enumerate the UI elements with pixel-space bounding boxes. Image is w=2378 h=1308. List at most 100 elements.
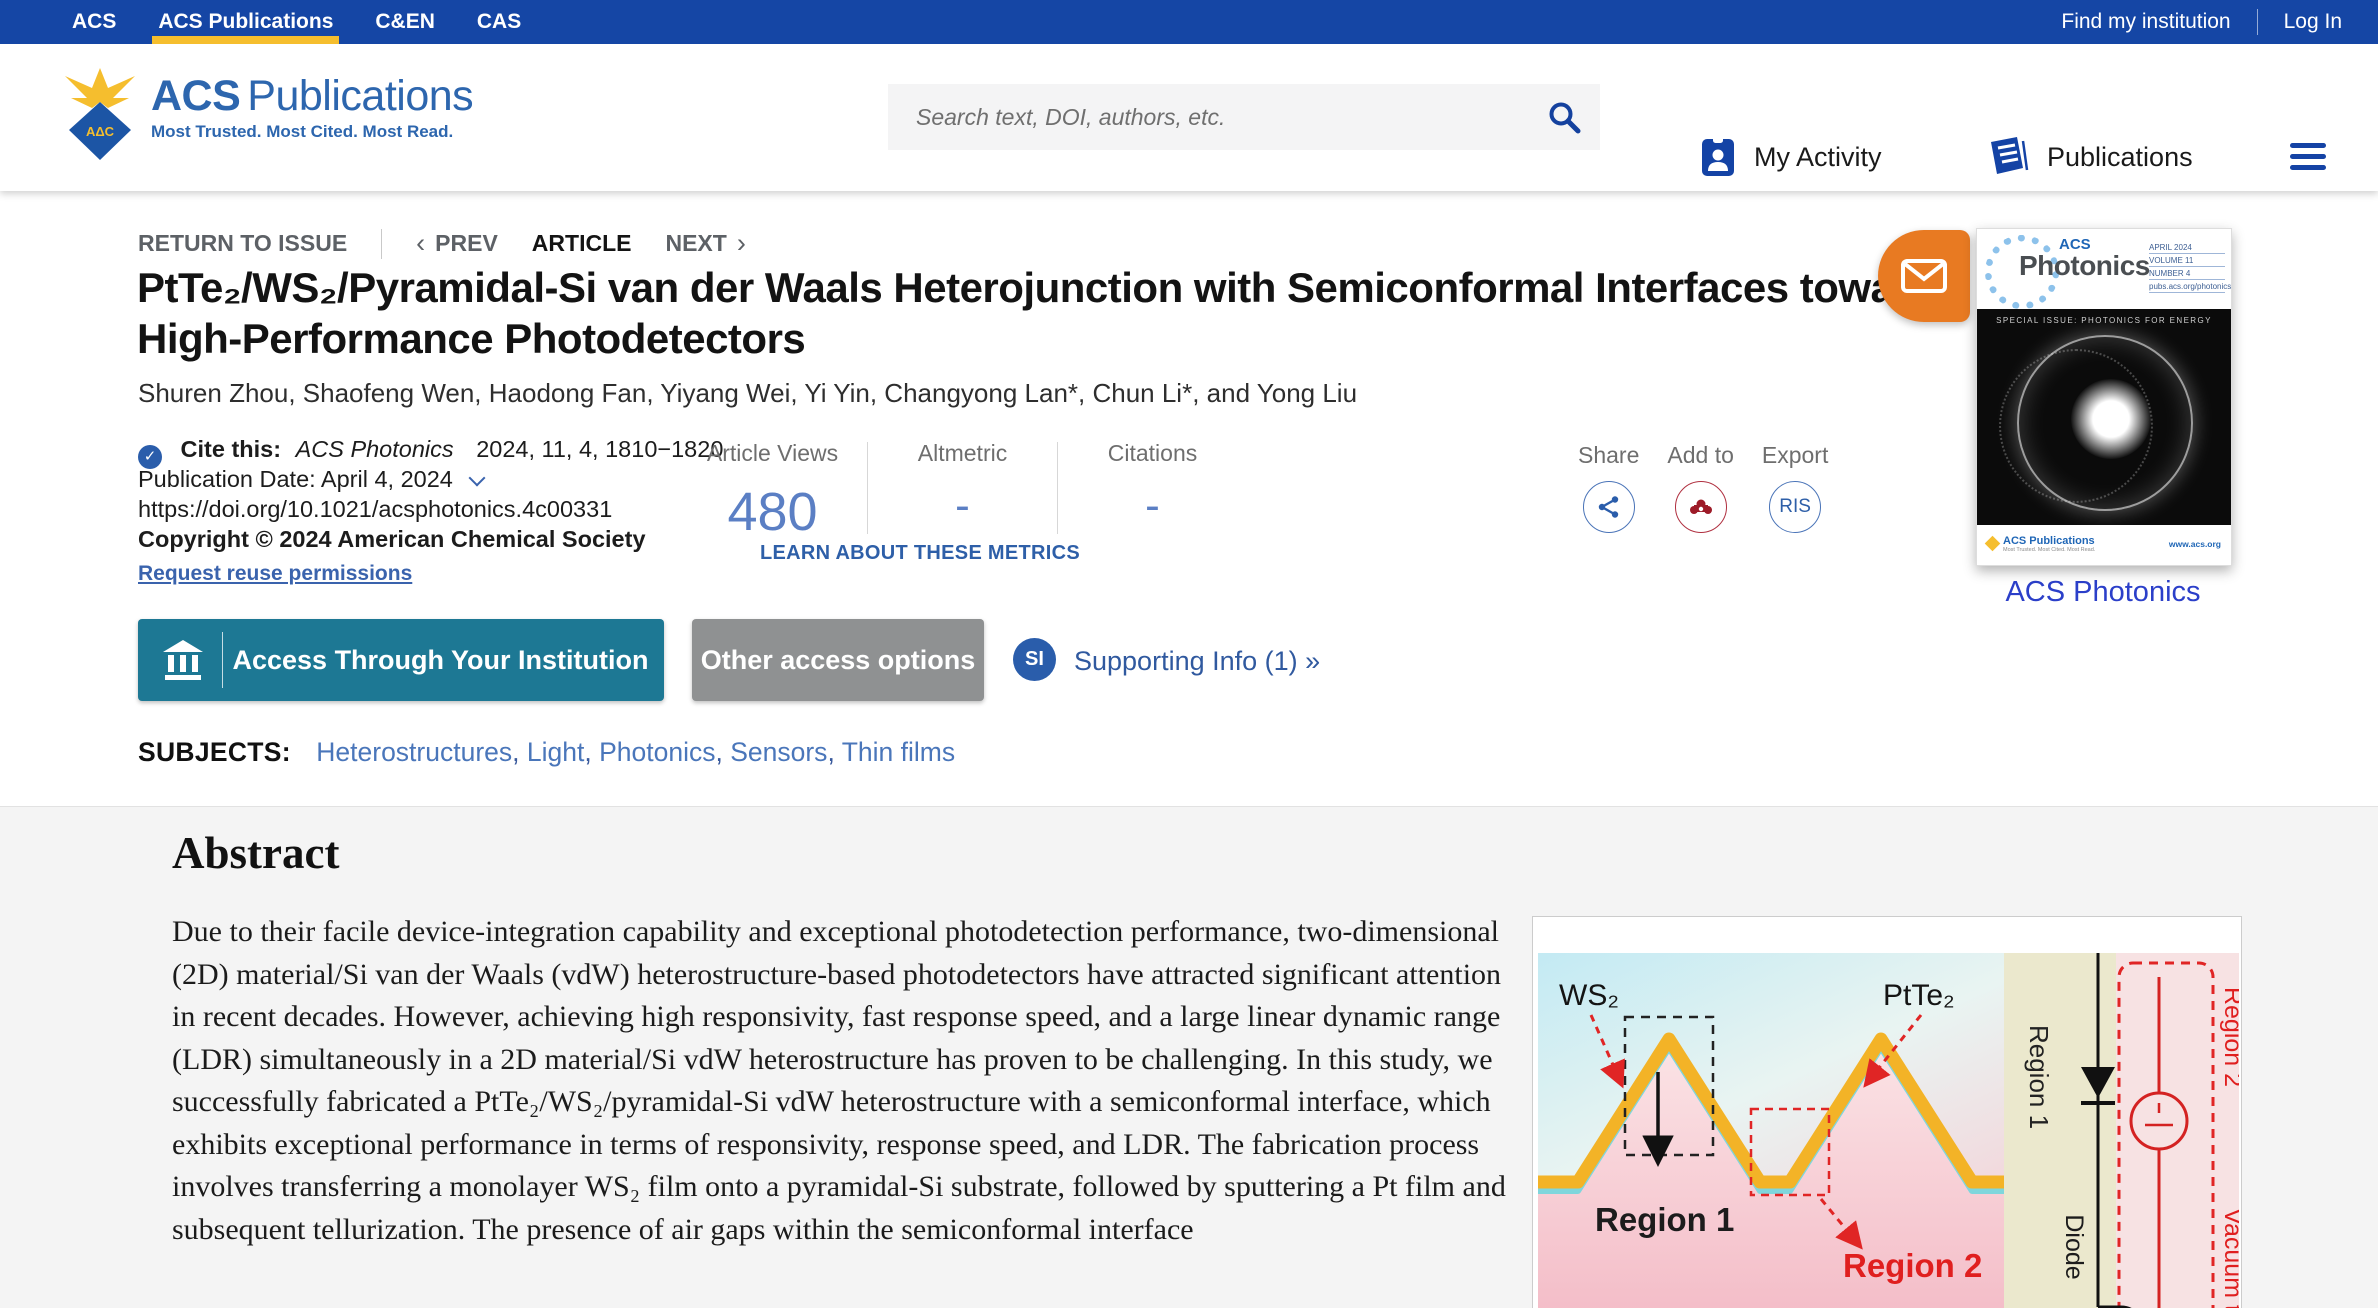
figure-diode-label: Diode: [2060, 1214, 2088, 1279]
publications-link[interactable]: Publications: [1985, 136, 2193, 178]
publications-label: Publications: [2047, 142, 2193, 173]
cover-issue-number: NUMBER 4: [2149, 267, 2225, 280]
logo-text: ACSPublications Most Trusted. Most Cited…: [151, 66, 473, 142]
journal-cover[interactable]: ACS Photonics APRIL 2024 VOLUME 11 NUMBE…: [1976, 228, 2232, 566]
figure-region1-label: Region 1: [1595, 1201, 1734, 1238]
activity-badge-icon: [1700, 136, 1736, 178]
mendeley-button[interactable]: [1675, 481, 1727, 533]
chevron-down-icon: [469, 470, 486, 487]
search-icon: [1547, 100, 1581, 134]
metric-divider: [867, 442, 868, 534]
institution-bank-icon: [160, 637, 206, 683]
publication-date-value: April 4, 2024: [321, 466, 453, 492]
doi-link[interactable]: https://doi.org/10.1021/acsphotonics.4c0…: [138, 496, 612, 522]
export-tool: Export RIS: [1762, 442, 1828, 533]
add-to-label: Add to: [1667, 442, 1734, 469]
access-institution-label: Access Through Your Institution: [223, 645, 658, 676]
access-institution-button[interactable]: Access Through Your Institution: [138, 619, 664, 701]
topnav-cas[interactable]: CAS: [475, 0, 523, 44]
top-nav-right: Find my institution Log In: [2061, 0, 2342, 44]
my-activity-label: My Activity: [1754, 142, 1882, 173]
logo-wordmark: ACSPublications: [151, 72, 473, 120]
article-tab: ARTICLE: [532, 230, 632, 257]
search-input[interactable]: [888, 104, 1528, 131]
email-alert-button[interactable]: [1878, 230, 1970, 322]
topnav-cen[interactable]: C&EN: [373, 0, 437, 44]
cover-glow-graphic: [2071, 379, 2151, 459]
topnav-acs-publications[interactable]: ACS Publications: [156, 0, 335, 44]
chevron-left-icon: ‹: [416, 228, 425, 259]
subject-link-thin-films[interactable]: Thin films: [842, 737, 955, 767]
cover-issue-date: APRIL 2024: [2149, 241, 2225, 254]
export-label: Export: [1762, 442, 1828, 469]
export-ris-button[interactable]: RIS: [1769, 481, 1821, 533]
cover-issue-url: pubs.acs.org/photonics: [2149, 280, 2225, 293]
cover-issue-volume: VOLUME 11: [2149, 254, 2225, 267]
cover-issue-info: APRIL 2024 VOLUME 11 NUMBER 4 pubs.acs.o…: [2149, 241, 2225, 293]
subject-link-heterostructures[interactable]: Heterostructures: [316, 737, 527, 767]
share-icon: [1596, 494, 1622, 520]
my-activity-link[interactable]: My Activity: [1700, 136, 1882, 178]
citation-block: ✓ Cite this: ACS Photonics 2024, 11, 4, …: [138, 434, 723, 586]
find-institution-link[interactable]: Find my institution: [2061, 10, 2230, 34]
logo-acs-text: ACS: [151, 72, 240, 120]
abstract-section: Abstract Due to their facile device-inte…: [0, 806, 2378, 1308]
top-nav-divider: [2257, 9, 2258, 35]
prev-label: PREV: [435, 230, 498, 257]
subject-link-photonics[interactable]: Photonics: [599, 737, 730, 767]
cover-url: www.acs.org: [2169, 539, 2221, 549]
publication-date-row[interactable]: Publication Date: April 4, 2024: [138, 464, 723, 494]
cite-journal-name[interactable]: ACS Photonics: [296, 436, 454, 462]
altmetric-value: -: [890, 481, 1035, 531]
svg-text:AΔC: AΔC: [86, 124, 115, 139]
acs-publications-logo[interactable]: AΔC ACSPublications Most Trusted. Most C…: [63, 66, 473, 164]
cover-artwork: SPECIAL ISSUE: PHOTONICS FOR ENERGY: [1977, 309, 2231, 525]
share-button[interactable]: [1583, 481, 1635, 533]
page: ACS ACS Publications C&EN CAS Find my in…: [0, 0, 2378, 1308]
request-reuse-permissions-link[interactable]: Request reuse permissions: [138, 562, 412, 586]
copyright-text: Copyright © 2024 American Chemical Socie…: [138, 526, 646, 552]
supporting-info-link[interactable]: Supporting Info (1) »: [1074, 646, 1320, 677]
cover-brand: ACS Publications Most Trusted. Most Cite…: [1987, 535, 2095, 553]
share-tools: Share Add to Export RIS: [1578, 442, 1828, 533]
subjects-row: SUBJECTS: Heterostructures Light Photoni…: [138, 737, 955, 768]
metric-article-views: Article Views 480: [700, 440, 845, 543]
figure-ws2-label: WS₂: [1559, 979, 1619, 1012]
return-to-issue-link[interactable]: RETURN TO ISSUE: [138, 230, 347, 257]
abstract-heading: Abstract: [172, 827, 339, 879]
logo-tagline: Most Trusted. Most Cited. Most Read.: [151, 122, 473, 142]
author-list[interactable]: Shuren Zhou, Shaofeng Wen, Haodong Fan, …: [138, 378, 1357, 409]
abstract-text: Due to their facile device-integration c…: [172, 911, 1517, 1251]
top-nav-bar: ACS ACS Publications C&EN CAS Find my in…: [0, 0, 2378, 44]
cover-journal-name: Photonics: [2019, 252, 2150, 280]
topnav-acs[interactable]: ACS: [70, 0, 118, 44]
logo-publications-text: Publications: [247, 72, 473, 120]
menu-icon: [2290, 165, 2326, 170]
ris-label: RIS: [1779, 496, 1811, 518]
menu-button[interactable]: [2290, 143, 2326, 176]
login-link[interactable]: Log In: [2284, 10, 2342, 34]
prev-article-link[interactable]: ‹ PREV: [416, 228, 498, 259]
acs-eagle-logo-icon: AΔC: [63, 66, 137, 164]
journal-link[interactable]: ACS Photonics: [1976, 576, 2230, 609]
next-label: NEXT: [665, 230, 726, 257]
add-to-tool: Add to: [1667, 442, 1734, 533]
other-access-options-button[interactable]: Other access options: [692, 619, 984, 701]
cover-footer: ACS Publications Most Trusted. Most Cite…: [1977, 525, 2231, 563]
acs-diamond-icon: [1985, 536, 2001, 552]
figure-ptte2-label: PtTe₂: [1883, 979, 1955, 1012]
figure-region2-side-label: Region 2: [2219, 987, 2239, 1087]
subject-link-sensors[interactable]: Sensors: [730, 737, 841, 767]
search-button[interactable]: [1528, 84, 1600, 150]
copyright-row: Copyright © 2024 American Chemical Socie…: [138, 524, 723, 554]
doi-row[interactable]: https://doi.org/10.1021/acsphotonics.4c0…: [138, 494, 723, 524]
next-article-link[interactable]: NEXT ›: [665, 228, 745, 259]
figure-region2-label: Region 2: [1843, 1247, 1982, 1284]
graphical-abstract-figure[interactable]: WS₂ PtTe₂ Region 1 Region 2 Region 1 Dio…: [1532, 916, 2242, 1308]
share-label: Share: [1578, 442, 1639, 469]
subject-link-light[interactable]: Light: [527, 737, 599, 767]
subjects-label: SUBJECTS:: [138, 737, 291, 767]
cite-this-row: ✓ Cite this: ACS Photonics 2024, 11, 4, …: [138, 434, 723, 464]
learn-about-metrics-link[interactable]: LEARN ABOUT THESE METRICS: [700, 542, 1140, 565]
article-title: PtTe₂/WS₂/Pyramidal-Si van der Waals Het…: [137, 262, 1967, 364]
